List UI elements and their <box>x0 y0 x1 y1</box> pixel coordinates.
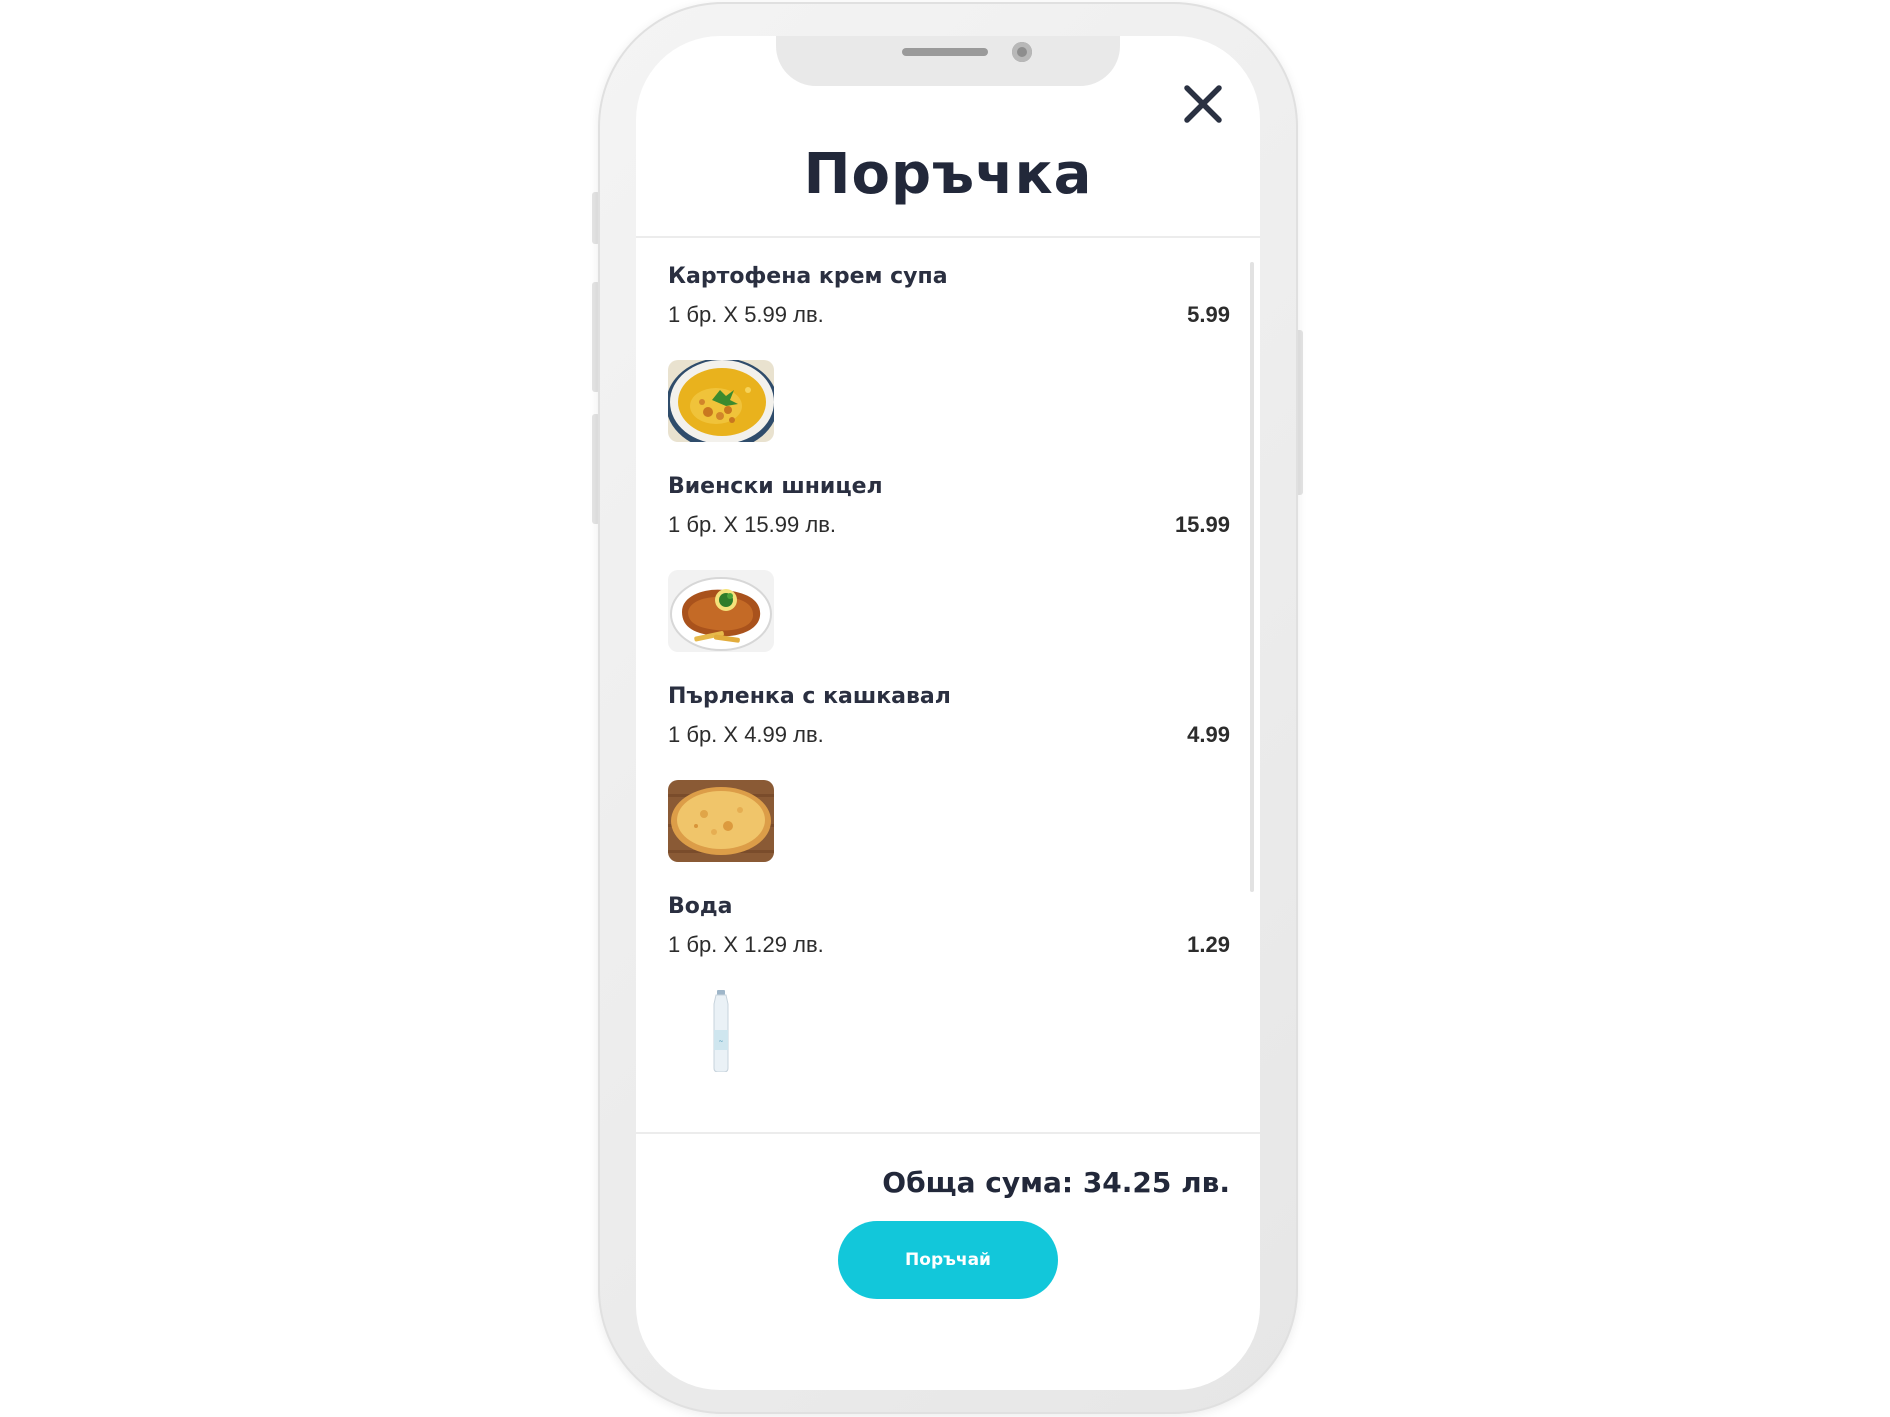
phone-notch <box>776 36 1120 86</box>
cream-soup-image <box>668 360 774 442</box>
item-total: 4.99 <box>1187 722 1230 747</box>
stage: Поръчка Картофена крем супа 1 бр. X 5.99… <box>0 0 1890 1417</box>
item-total: 5.99 <box>1187 302 1230 327</box>
phone-frame: Поръчка Картофена крем супа 1 бр. X 5.99… <box>598 2 1298 1414</box>
water-bottle-image: ~ <box>668 990 774 1072</box>
close-icon <box>1184 85 1222 123</box>
item-name: Картофена крем супа <box>668 264 948 289</box>
list-scrollbar[interactable] <box>1250 262 1254 892</box>
order-item: Вода 1 бр. X 1.29 лв. 1.29 ~ <box>636 868 1260 1078</box>
svg-text:~: ~ <box>718 1038 723 1045</box>
order-items-list[interactable]: Картофена крем супа 1 бр. X 5.99 лв. 5.9… <box>636 238 1260 1131</box>
item-quantity: 1 бр. X 1.29 лв. <box>668 932 824 957</box>
item-total: 15.99 <box>1174 512 1230 537</box>
schnitzel-image <box>668 570 774 652</box>
flatbread-image <box>668 780 774 862</box>
order-item: Картофена крем супа 1 бр. X 5.99 лв. 5.9… <box>636 238 1260 448</box>
close-button[interactable] <box>1181 82 1225 126</box>
order-item: Виенски шницел 1 бр. X 15.99 лв. 15.99 <box>636 448 1260 658</box>
front-camera <box>1012 42 1032 62</box>
item-total: 1.29 <box>1187 932 1230 957</box>
item-name: Виенски шницел <box>668 474 883 499</box>
order-total: Обща сума: 34.25 лв. <box>882 1166 1230 1199</box>
item-name: Вода <box>668 894 733 919</box>
item-name: Пърленка с кашкавал <box>668 684 951 709</box>
item-quantity: 1 бр. X 4.99 лв. <box>668 722 824 747</box>
footer-divider <box>636 1132 1260 1134</box>
item-quantity: 1 бр. X 15.99 лв. <box>668 512 836 537</box>
submit-order-button[interactable]: Поръчай <box>838 1221 1058 1299</box>
speaker-grille <box>902 48 988 56</box>
phone-screen: Поръчка Картофена крем супа 1 бр. X 5.99… <box>636 36 1260 1390</box>
item-quantity: 1 бр. X 5.99 лв. <box>668 302 824 327</box>
modal-title: Поръчка <box>803 142 1093 207</box>
order-item: Пърленка с кашкавал 1 бр. X 4.99 лв. 4.9… <box>636 658 1260 868</box>
